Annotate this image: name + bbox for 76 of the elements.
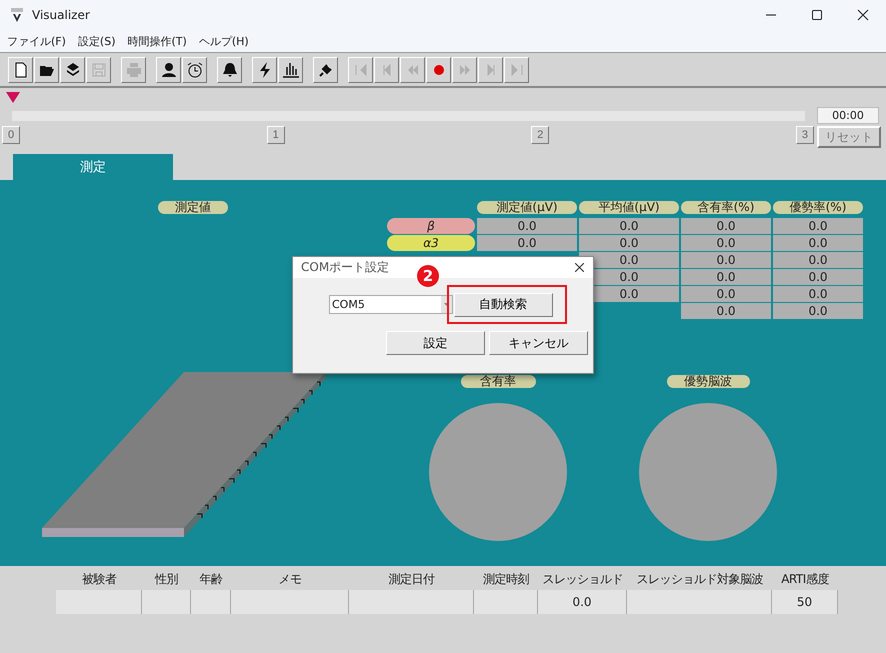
table-cell xyxy=(191,590,231,614)
column-header: 平均値(μV) xyxy=(579,201,679,214)
table-cell: 50 xyxy=(772,590,838,614)
toolbar-button[interactable] xyxy=(8,56,33,82)
value-label: 測定値 xyxy=(158,201,228,214)
table-cell: 0.0 xyxy=(538,590,627,614)
toolbar-button[interactable] xyxy=(34,56,59,82)
column-header: ARTI感度 xyxy=(780,571,830,588)
toolbar-button[interactable] xyxy=(156,56,181,82)
time-mark-button[interactable]: 1 xyxy=(266,126,285,144)
table-cell: 0.0 xyxy=(681,286,771,302)
column-header: メモ xyxy=(278,571,302,588)
toolbar-button[interactable] xyxy=(217,56,242,82)
tab[interactable]: 測定 xyxy=(13,154,173,180)
dialog-button[interactable]: キャンセル xyxy=(489,331,588,355)
band-label: β xyxy=(387,218,475,234)
table-cell: 0.0 xyxy=(773,269,863,285)
column-header: 性別 xyxy=(154,571,179,588)
table-cell: 0.0 xyxy=(681,252,771,268)
table-cell: 0.0 xyxy=(681,269,771,285)
app-icon xyxy=(10,7,24,23)
close-icon[interactable] xyxy=(575,263,584,272)
step-badge: 2 xyxy=(417,265,439,287)
column-header: 年齢 xyxy=(198,571,224,588)
person-icon xyxy=(160,60,178,78)
table-cell: 0.0 xyxy=(681,218,771,234)
column-header: 測定値(μV) xyxy=(477,201,577,214)
position-marker-icon[interactable] xyxy=(6,92,20,103)
bar-chart-icon xyxy=(282,60,300,78)
save-icon xyxy=(90,60,108,78)
table-cell: 0.0 xyxy=(579,218,679,234)
table-cell: 0.0 xyxy=(773,286,863,302)
table-cell: 0.0 xyxy=(477,235,577,251)
toolbar-button[interactable] xyxy=(278,56,303,82)
table-cell: 0.0 xyxy=(579,235,679,251)
time-mark-button[interactable]: 0 xyxy=(2,126,20,144)
toolbar-button[interactable] xyxy=(182,56,207,82)
maximize-icon[interactable] xyxy=(811,9,823,21)
table-cell: 0.0 xyxy=(773,252,863,268)
menu-item[interactable]: 時間操作(T) xyxy=(128,34,187,48)
window-title: Visualizer xyxy=(32,8,90,22)
toolbar-button[interactable] xyxy=(60,56,85,82)
toolbar-button[interactable] xyxy=(313,56,338,82)
table-cell: 0.0 xyxy=(681,235,771,251)
auto-search-button[interactable]: 自動検索 xyxy=(454,292,552,316)
port-dropdown[interactable]: COM5 xyxy=(329,295,453,314)
column-header: 含有率(%) xyxy=(681,201,771,214)
printer-icon xyxy=(124,60,142,78)
table-cell: 0.0 xyxy=(477,218,577,234)
toolbar-button[interactable] xyxy=(252,56,277,82)
time-mark-button[interactable]: 3 xyxy=(796,126,814,144)
band-label: α3 xyxy=(387,235,475,251)
menu-item[interactable]: ファイル(F) xyxy=(7,34,66,48)
dialog-title: COMポート設定 xyxy=(301,259,390,276)
gauge-label: 含有率 xyxy=(460,375,536,388)
menu-item[interactable]: ヘルプ(H) xyxy=(198,34,249,48)
column-header: 測定日付 xyxy=(388,571,436,588)
table-cell xyxy=(474,590,538,614)
time-mark-button[interactable]: 2 xyxy=(531,126,550,144)
table-cell: 0.0 xyxy=(773,235,863,251)
alarm-clock-icon xyxy=(186,60,204,78)
dialog-button[interactable]: 設定 xyxy=(386,331,485,355)
menu-item[interactable]: 設定(S) xyxy=(78,34,116,48)
column-header: 測定時刻 xyxy=(482,571,530,588)
column-header: 被験者 xyxy=(80,571,118,588)
gauge-label: 優勢脳波 xyxy=(666,375,750,388)
column-header: スレッショルド対象脳波 xyxy=(635,571,764,588)
column-header: 優勢率(%) xyxy=(773,201,863,214)
bell-icon xyxy=(220,60,238,78)
table-cell: 0.0 xyxy=(681,303,771,319)
column-header: スレッショルド xyxy=(541,571,624,588)
table-cell: 0.0 xyxy=(773,303,863,319)
table-cell: 0.0 xyxy=(773,218,863,234)
time-display: 00:00 xyxy=(817,107,879,124)
table-cell xyxy=(142,590,191,614)
close-icon[interactable] xyxy=(857,9,869,21)
